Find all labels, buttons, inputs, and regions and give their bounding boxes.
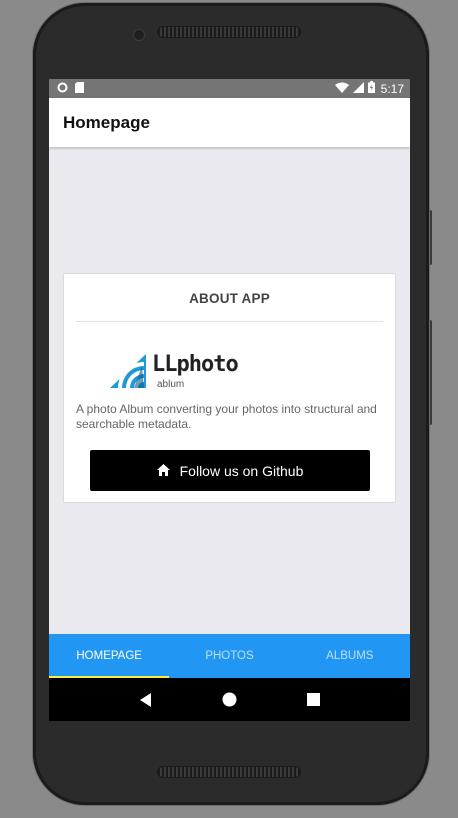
status-time: 5:17 <box>380 81 404 96</box>
app-description: A photo Album converting your photos int… <box>76 402 377 431</box>
logo-subtext: ablum <box>157 379 185 390</box>
status-bar: x 5:17 <box>49 79 410 98</box>
recents-icon[interactable] <box>303 690 323 710</box>
bottom-speaker <box>157 766 301 778</box>
tab-label: PHOTOS <box>205 650 254 662</box>
top-speaker <box>157 26 301 38</box>
app-logo: LLphoto ablum <box>108 352 395 394</box>
sd-card-icon <box>75 81 84 96</box>
app-bar: Homepage <box>49 98 410 147</box>
card-divider <box>76 321 383 322</box>
tab-albums[interactable]: ALBUMS <box>290 634 410 678</box>
tab-photos[interactable]: PHOTOS <box>169 634 289 678</box>
main-content: ABOUT APP LLphoto ablum A photo Album co… <box>49 147 410 634</box>
page-title: Homepage <box>63 112 150 132</box>
card-title: ABOUT APP <box>189 291 270 306</box>
system-nav-bar <box>49 678 410 721</box>
tab-homepage[interactable]: HOMEPAGE <box>49 634 170 678</box>
tab-label: ALBUMS <box>326 650 374 662</box>
about-card: ABOUT APP LLphoto ablum A photo Album co… <box>63 273 396 503</box>
logo-text: LLphoto <box>152 352 239 377</box>
front-camera <box>134 30 144 40</box>
tab-label: HOMEPAGE <box>76 650 142 662</box>
logo-icon <box>110 354 146 388</box>
circle-icon <box>57 82 68 96</box>
signal-icon <box>352 81 364 96</box>
battery-icon <box>367 81 375 96</box>
back-icon[interactable] <box>136 690 156 710</box>
github-button[interactable]: Follow us on Github <box>90 450 370 491</box>
home-circle-icon[interactable] <box>219 690 239 710</box>
tab-bar: HOMEPAGE PHOTOS ALBUMS <box>49 634 410 678</box>
screen: x 5:17 Homepage ABOUT APP LLphoto ablum … <box>49 79 410 721</box>
github-button-label: Follow us on Github <box>179 462 304 479</box>
wifi-icon: x <box>334 82 349 96</box>
svg-text:x: x <box>344 89 347 93</box>
home-icon <box>156 463 170 479</box>
